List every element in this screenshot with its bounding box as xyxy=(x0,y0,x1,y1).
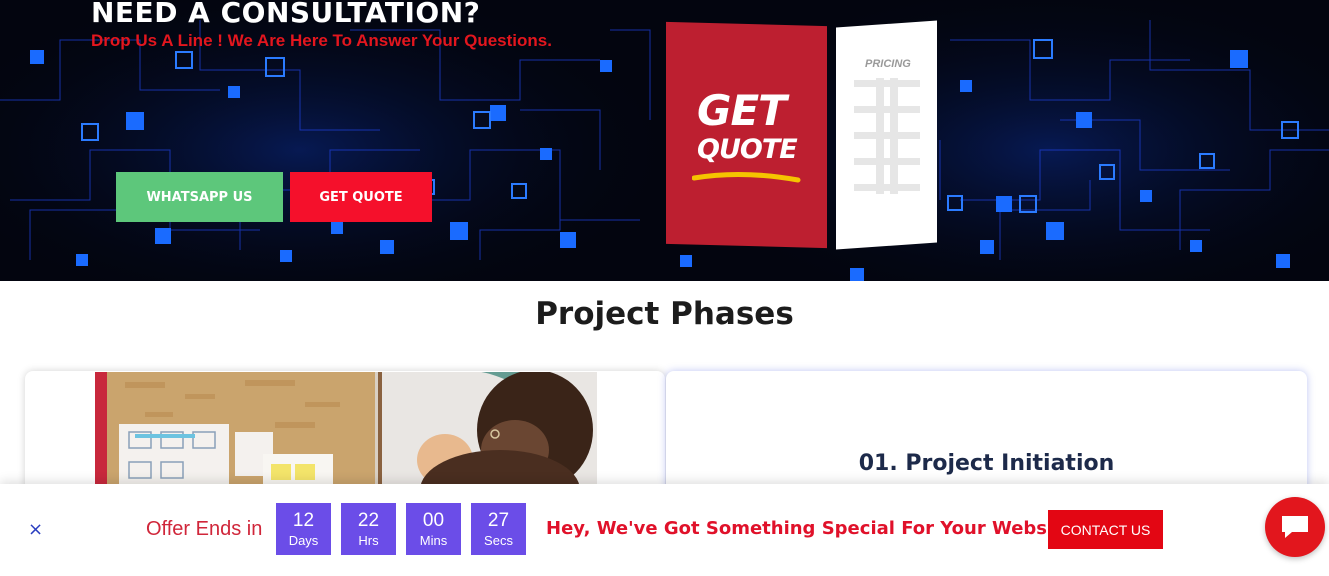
pricing-label: PRICING xyxy=(865,58,911,70)
timer-seconds-value: 27 xyxy=(487,510,510,531)
offer-ends-text: Offer Ends in xyxy=(146,518,263,540)
timer-days-unit: Days xyxy=(288,533,319,548)
offer-bar: × Offer Ends in 12 Days 22 Hrs 00 Mins 2… xyxy=(0,484,1329,576)
chat-icon xyxy=(1282,516,1308,538)
special-offer-text: Hey, We've Got Something Special For You… xyxy=(546,518,1074,539)
phase-title: 01. Project Initiation xyxy=(858,451,1115,476)
hero-banner: NEED A CONSULTATION? Drop Us A Line ! We… xyxy=(0,0,1329,281)
pricing-rows-graphic xyxy=(854,78,920,194)
get-quote-graphic-quote: QUOTE xyxy=(697,134,798,165)
contact-us-button[interactable]: CONTACT US xyxy=(1048,510,1163,549)
section-title: Project Phases xyxy=(535,296,794,332)
timer-hours-unit: Hrs xyxy=(358,533,379,548)
timer-minutes: 00 Mins xyxy=(406,503,461,555)
timer-seconds: 27 Secs xyxy=(471,503,526,555)
timer-hours-value: 22 xyxy=(357,510,380,531)
close-icon[interactable]: × xyxy=(28,519,43,540)
whatsapp-button[interactable]: WHATSAPP US xyxy=(116,172,283,222)
timer-minutes-unit: Mins xyxy=(419,533,448,548)
timer-days-value: 12 xyxy=(292,510,315,531)
timer-days: 12 Days xyxy=(276,503,331,555)
chat-button[interactable] xyxy=(1265,497,1325,557)
hero-title: NEED A CONSULTATION? xyxy=(91,0,481,29)
timer-hours: 22 Hrs xyxy=(341,503,396,555)
get-quote-graphic-get: GET xyxy=(697,86,787,135)
timer-minutes-value: 00 xyxy=(422,510,445,531)
hero-subtitle: Drop Us A Line ! We Are Here To Answer Y… xyxy=(91,31,552,50)
get-quote-button[interactable]: GET QUOTE xyxy=(290,172,432,222)
swoosh-underline xyxy=(692,171,801,183)
timer-seconds-unit: Secs xyxy=(484,533,513,548)
